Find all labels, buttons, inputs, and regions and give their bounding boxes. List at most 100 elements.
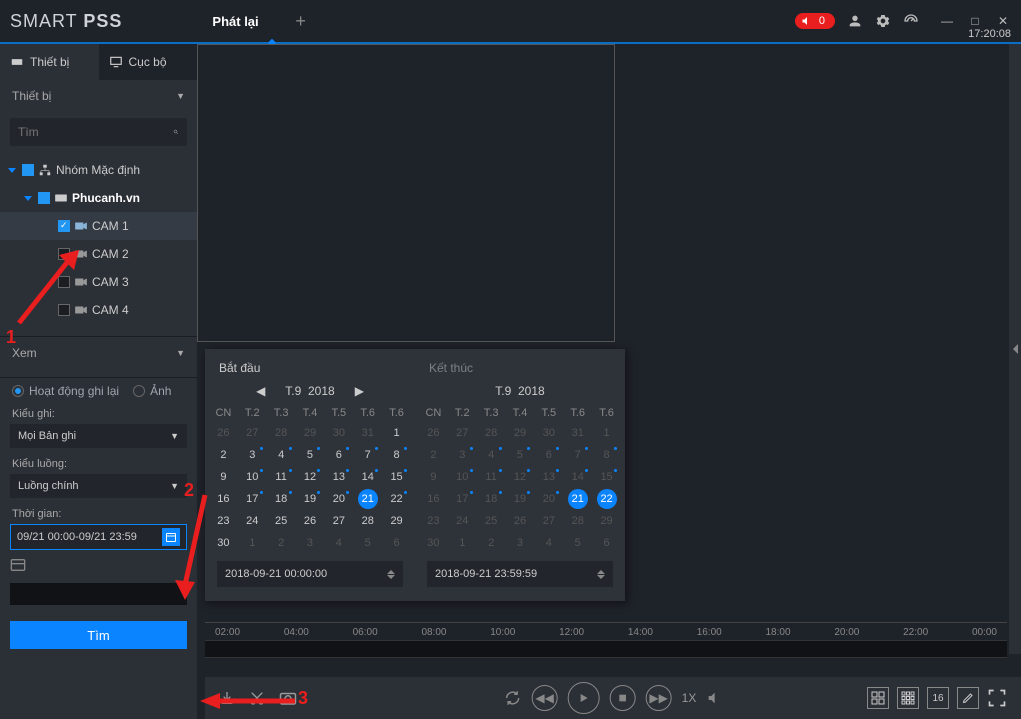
cal-day[interactable]: 15 bbox=[592, 467, 621, 489]
cal-day[interactable]: 23 bbox=[419, 511, 448, 533]
cut-icon[interactable] bbox=[249, 690, 265, 706]
cal-day[interactable]: 22 bbox=[597, 489, 617, 509]
cal-day[interactable]: 27 bbox=[534, 511, 563, 533]
cal-day[interactable]: 9 bbox=[419, 467, 448, 489]
sidebar-tab-device[interactable]: Thiết bị bbox=[0, 44, 99, 80]
cal-day[interactable]: 8 bbox=[592, 445, 621, 467]
search-input[interactable] bbox=[18, 125, 173, 139]
search-icon[interactable] bbox=[173, 125, 179, 139]
cal-day[interactable]: 26 bbox=[296, 511, 325, 533]
cal-day[interactable]: 13 bbox=[534, 467, 563, 489]
cal-day[interactable]: 21 bbox=[568, 489, 588, 509]
cal-day[interactable]: 24 bbox=[448, 511, 477, 533]
card-icon[interactable] bbox=[10, 558, 26, 572]
cal-day[interactable]: 15 bbox=[382, 467, 411, 489]
cal-day[interactable]: 14 bbox=[353, 467, 382, 489]
cal-day[interactable]: 1 bbox=[382, 423, 411, 445]
close-button[interactable]: ✕ bbox=[995, 13, 1011, 29]
edit-layout-button[interactable] bbox=[957, 687, 979, 709]
dashboard-icon[interactable] bbox=[903, 13, 919, 29]
cal-day[interactable]: 11 bbox=[477, 467, 506, 489]
cal-day[interactable]: 20 bbox=[324, 489, 353, 511]
user-icon[interactable] bbox=[847, 13, 863, 29]
tree-group[interactable]: Nhóm Mặc định bbox=[0, 156, 197, 184]
cal-day[interactable]: 18 bbox=[267, 489, 296, 511]
device-dropdown[interactable]: Thiết bị ▼ bbox=[0, 80, 197, 112]
tree-cam-4[interactable]: CAM 4 bbox=[0, 296, 197, 324]
right-panel-toggle[interactable] bbox=[1009, 44, 1021, 654]
cal-next-button[interactable]: ▶ bbox=[355, 384, 364, 398]
alarm-indicator[interactable]: 0 bbox=[795, 13, 835, 29]
cal-day[interactable]: 13 bbox=[324, 467, 353, 489]
cal-day[interactable]: 11 bbox=[267, 467, 296, 489]
prev-button[interactable]: ◀◀ bbox=[532, 685, 558, 711]
cal-day[interactable]: 14 bbox=[563, 467, 592, 489]
radio-image[interactable]: Ảnh bbox=[133, 384, 171, 398]
time-up-icon[interactable] bbox=[387, 570, 395, 574]
cal-day[interactable]: 19 bbox=[296, 489, 325, 511]
minimize-button[interactable]: — bbox=[939, 13, 955, 29]
cal-day[interactable]: 10 bbox=[448, 467, 477, 489]
sync-icon[interactable] bbox=[504, 689, 522, 707]
select-stream[interactable]: Luồng chính▼ bbox=[10, 474, 187, 498]
tree-device[interactable]: Phucanh.vn bbox=[0, 184, 197, 212]
snapshot-icon[interactable] bbox=[279, 690, 297, 706]
layout-2-button[interactable] bbox=[897, 687, 919, 709]
time-range-input[interactable]: 09/21 00:00-09/21 23:59 bbox=[10, 524, 187, 550]
cal-day[interactable]: 28 bbox=[353, 511, 382, 533]
time-down-icon[interactable] bbox=[597, 575, 605, 579]
layout-num-button[interactable]: 16 bbox=[927, 687, 949, 709]
timeline-track[interactable] bbox=[205, 640, 1007, 658]
cal-day[interactable]: 4 bbox=[267, 445, 296, 467]
speed-label[interactable]: 1X bbox=[682, 691, 697, 705]
cal-day[interactable]: 4 bbox=[477, 445, 506, 467]
search-button[interactable]: Tìm bbox=[10, 621, 187, 649]
cal-day[interactable]: 8 bbox=[382, 445, 411, 467]
cal-day[interactable]: 1 bbox=[592, 423, 621, 445]
cal-day[interactable]: 26 bbox=[506, 511, 535, 533]
cal-day[interactable]: 29 bbox=[382, 511, 411, 533]
cal-day[interactable]: 27 bbox=[324, 511, 353, 533]
end-time-input[interactable]: 2018-09-21 23:59:59 bbox=[427, 561, 613, 587]
cal-day[interactable]: 6 bbox=[534, 445, 563, 467]
cal-day[interactable]: 3 bbox=[238, 445, 267, 467]
cal-day[interactable]: 3 bbox=[448, 445, 477, 467]
cal-day[interactable]: 30 bbox=[209, 533, 238, 555]
tree-cam-2[interactable]: CAM 2 bbox=[0, 240, 197, 268]
cal-day[interactable]: 9 bbox=[209, 467, 238, 489]
cal-day[interactable]: 20 bbox=[534, 489, 563, 511]
stop-button[interactable] bbox=[610, 685, 636, 711]
calendar-icon[interactable] bbox=[162, 528, 180, 546]
cal-day[interactable]: 16 bbox=[419, 489, 448, 511]
cal-prev-button[interactable]: ◀ bbox=[256, 384, 265, 398]
cal-day[interactable]: 17 bbox=[238, 489, 267, 511]
cal-day[interactable]: 29 bbox=[592, 511, 621, 533]
radio-record[interactable]: Hoạt động ghi lại bbox=[12, 384, 119, 398]
cal-day[interactable]: 24 bbox=[238, 511, 267, 533]
time-down-icon[interactable] bbox=[387, 575, 395, 579]
cal-day[interactable]: 19 bbox=[506, 489, 535, 511]
sidebar-tab-local[interactable]: Cục bộ bbox=[99, 44, 198, 80]
tab-playback[interactable]: Phát lại bbox=[192, 0, 278, 42]
cal-day[interactable]: 5 bbox=[296, 445, 325, 467]
tree-cam-1[interactable]: CAM 1 bbox=[0, 212, 197, 240]
start-time-input[interactable]: 2018-09-21 00:00:00 bbox=[217, 561, 403, 587]
layout-1-button[interactable] bbox=[867, 687, 889, 709]
cal-day[interactable]: 23 bbox=[209, 511, 238, 533]
cal-day[interactable]: 30 bbox=[419, 533, 448, 555]
volume-icon[interactable] bbox=[706, 690, 722, 706]
cal-day[interactable]: 7 bbox=[563, 445, 592, 467]
cal-day[interactable]: 25 bbox=[477, 511, 506, 533]
cal-day[interactable]: 21 bbox=[358, 489, 378, 509]
view-section-header[interactable]: Xem ▼ bbox=[0, 337, 197, 369]
cal-day[interactable]: 17 bbox=[448, 489, 477, 511]
cal-day[interactable]: 12 bbox=[506, 467, 535, 489]
next-button[interactable]: ▶▶ bbox=[646, 685, 672, 711]
tree-cam-3[interactable]: CAM 3 bbox=[0, 268, 197, 296]
cal-day[interactable]: 25 bbox=[267, 511, 296, 533]
cal-day[interactable]: 10 bbox=[238, 467, 267, 489]
play-button[interactable] bbox=[568, 682, 600, 714]
tab-add-button[interactable]: + bbox=[289, 9, 313, 33]
cal-day[interactable]: 22 bbox=[382, 489, 411, 511]
cal-day[interactable]: 18 bbox=[477, 489, 506, 511]
